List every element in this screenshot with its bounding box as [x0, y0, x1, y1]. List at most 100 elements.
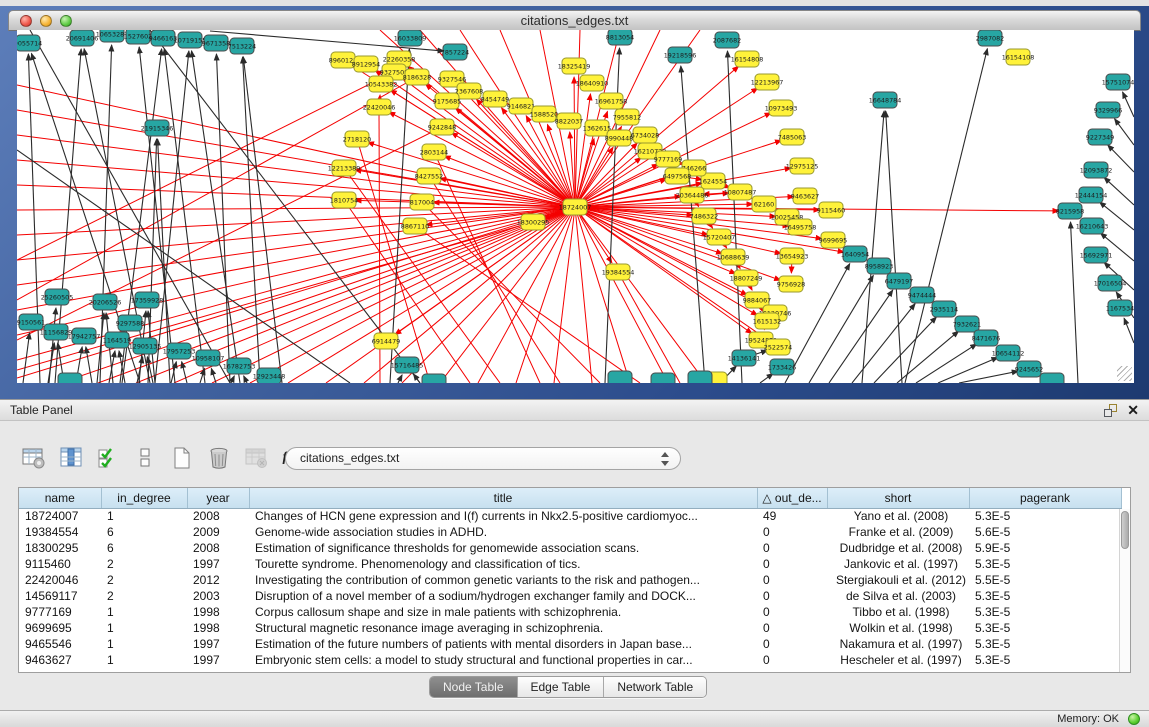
table-row[interactable]: 969969511998Structural magnetic resonanc…	[19, 620, 1121, 636]
graph-node[interactable]: 6479197	[885, 273, 913, 289]
table-row[interactable]: 1872400712008Changes of HCN gene express…	[19, 508, 1121, 524]
tab-node-table[interactable]: Node Table	[430, 677, 518, 697]
graph-node[interactable]: 9671358	[202, 35, 230, 51]
graph-node[interactable]: 9474444	[908, 287, 936, 303]
graph-node[interactable]: 2718120	[343, 131, 371, 147]
graph-node[interactable]: 8454749	[481, 91, 509, 107]
graph-node[interactable]: 15751074	[1102, 74, 1134, 90]
graph-node[interactable]: 16961758	[595, 93, 628, 109]
graph-node[interactable]: 22420046	[363, 99, 396, 115]
table-row[interactable]: 1938455462009Genome-wide association stu…	[19, 524, 1121, 540]
graph-node[interactable]: 7485063	[778, 129, 806, 145]
graph-node[interactable]: 9699695	[819, 232, 847, 248]
graph-node[interactable]: 25260505	[41, 289, 74, 305]
graph-node[interactable]: 17359928	[131, 292, 164, 308]
graph-node[interactable]: 9777169	[654, 151, 682, 167]
table-row[interactable]: 911546021997Tourette syndrome. Phenomeno…	[19, 556, 1121, 572]
column-header-3[interactable]: title	[249, 488, 757, 508]
graph-node[interactable]: 14136141	[728, 350, 761, 366]
delete-trash-icon[interactable]	[205, 444, 233, 472]
graph-node[interactable]: 10688639	[717, 249, 750, 265]
graph-node[interactable]: 19218596	[664, 47, 697, 63]
table-row[interactable]: 946554611997Estimation of the future num…	[19, 636, 1121, 652]
table-row[interactable]: 1456911722003Disruption of a novel membe…	[19, 588, 1121, 604]
graph-node[interactable]: 18640910	[576, 75, 609, 91]
close-panel-icon[interactable]: ✕	[1127, 402, 1139, 419]
graph-node[interactable]: 8186328	[403, 69, 431, 85]
graph-node[interactable]: 9115460	[817, 202, 845, 218]
graph-node[interactable]: 8867110	[401, 218, 429, 234]
graph-node[interactable]: 1164519	[103, 332, 131, 348]
column-header-5[interactable]: short	[827, 488, 969, 508]
tab-network-table[interactable]: Network Table	[604, 677, 706, 697]
graph-node[interactable]	[608, 371, 632, 383]
graph-node[interactable]: 9175685	[433, 93, 461, 109]
graph-node[interactable]: 9463627	[791, 188, 819, 204]
graph-node[interactable]: 16154108	[1002, 49, 1035, 65]
column-header-6[interactable]: pagerank	[969, 488, 1121, 508]
graph-node[interactable]: 15692971	[1080, 247, 1113, 263]
network-canvas[interactable]: 1872400789601238912954222603589327508105…	[17, 30, 1134, 383]
graph-node[interactable]	[651, 373, 675, 383]
graph-node[interactable]: 1167534	[1106, 300, 1134, 316]
table-scrollbar[interactable]	[1119, 509, 1130, 673]
graph-node[interactable]: 9329966	[1094, 102, 1122, 118]
graph-node[interactable]: 17957253	[163, 343, 196, 359]
graph-node[interactable]: 9245652	[1015, 361, 1043, 377]
graph-node[interactable]: 7932621	[953, 316, 981, 332]
column-header-4[interactable]: △ out_de...	[757, 488, 827, 508]
graph-node[interactable]: 8958923	[865, 258, 893, 274]
graph-node[interactable]: 2803144	[420, 144, 448, 160]
graph-node[interactable]: 20364486	[676, 187, 709, 203]
graph-node[interactable]: 16154808	[731, 51, 764, 67]
table-selector-dropdown[interactable]: citations_edges.txt	[285, 447, 681, 470]
graph-node[interactable]: 17016504	[1094, 275, 1127, 291]
graph-node[interactable]: 7857224	[441, 44, 469, 60]
graph-node[interactable]: 1640954	[841, 246, 869, 262]
table-row[interactable]: 977716911998Corpus callosum shape and si…	[19, 604, 1121, 620]
graph-node[interactable]: 1615132	[753, 313, 781, 329]
graph-node[interactable]: 12444154	[1075, 187, 1108, 203]
graph-node[interactable]: 12975125	[786, 158, 819, 174]
graph-node[interactable]: 18807249	[730, 270, 763, 286]
column-header-2[interactable]: year	[187, 488, 249, 508]
graph-node[interactable]: 8912954	[352, 56, 380, 72]
graph-node[interactable]: 9756928	[777, 276, 805, 292]
graph-node[interactable]: 8215958	[1056, 203, 1084, 219]
graph-node[interactable]: 817004	[410, 194, 434, 210]
table-row[interactable]: 946362711997Embryonic stem cells: a mode…	[19, 652, 1121, 668]
column-header-1[interactable]: in_degree	[101, 488, 187, 508]
network-window-titlebar[interactable]: citations_edges.txt	[8, 10, 1141, 31]
graph-node[interactable]: 2987082	[976, 30, 1004, 46]
new-table-icon[interactable]	[168, 444, 196, 472]
table-row[interactable]: 1830029562008Estimation of significance …	[19, 540, 1121, 556]
graph-node[interactable]: 18724007	[559, 199, 592, 215]
graph-node[interactable]: 17942757	[68, 328, 101, 344]
graph-node[interactable]: 10807487	[724, 184, 757, 200]
graph-node[interactable]: 9227349	[1086, 129, 1114, 145]
graph-node[interactable]: 8822037	[555, 113, 583, 129]
graph-node[interactable]: 13654923	[776, 248, 809, 264]
graph-node[interactable]	[1040, 373, 1064, 383]
graph-node[interactable]: 16648784	[869, 92, 902, 108]
graph-node[interactable]: 18300295	[517, 214, 550, 230]
graph-node[interactable]: 1733426	[768, 359, 796, 375]
select-columns-icon[interactable]	[94, 444, 122, 472]
graph-node[interactable]: 2087682	[713, 32, 741, 48]
graph-node[interactable]: 19384554	[602, 264, 635, 280]
graph-node[interactable]: 20206526	[89, 294, 122, 310]
graph-node[interactable]: 6914479	[372, 333, 400, 349]
zoom-window-icon[interactable]	[60, 15, 72, 27]
graph-node[interactable]	[688, 371, 712, 383]
graph-node[interactable]: 16210643	[1076, 218, 1109, 234]
row-height-icon[interactable]	[131, 444, 159, 472]
graph-node[interactable]: 18325419	[558, 58, 591, 74]
graph-node[interactable]: 6497568	[663, 168, 691, 184]
graph-node[interactable]: 10958107	[192, 350, 225, 366]
graph-node[interactable]: 15716485	[391, 357, 424, 373]
graph-node[interactable]: 9055714	[17, 35, 42, 51]
graph-node[interactable]: 12093872	[1080, 162, 1113, 178]
graph-node[interactable]: 12213389	[328, 160, 361, 176]
graph-node[interactable]: 16033809	[394, 30, 427, 46]
graph-node[interactable]: 9242848	[428, 119, 456, 135]
